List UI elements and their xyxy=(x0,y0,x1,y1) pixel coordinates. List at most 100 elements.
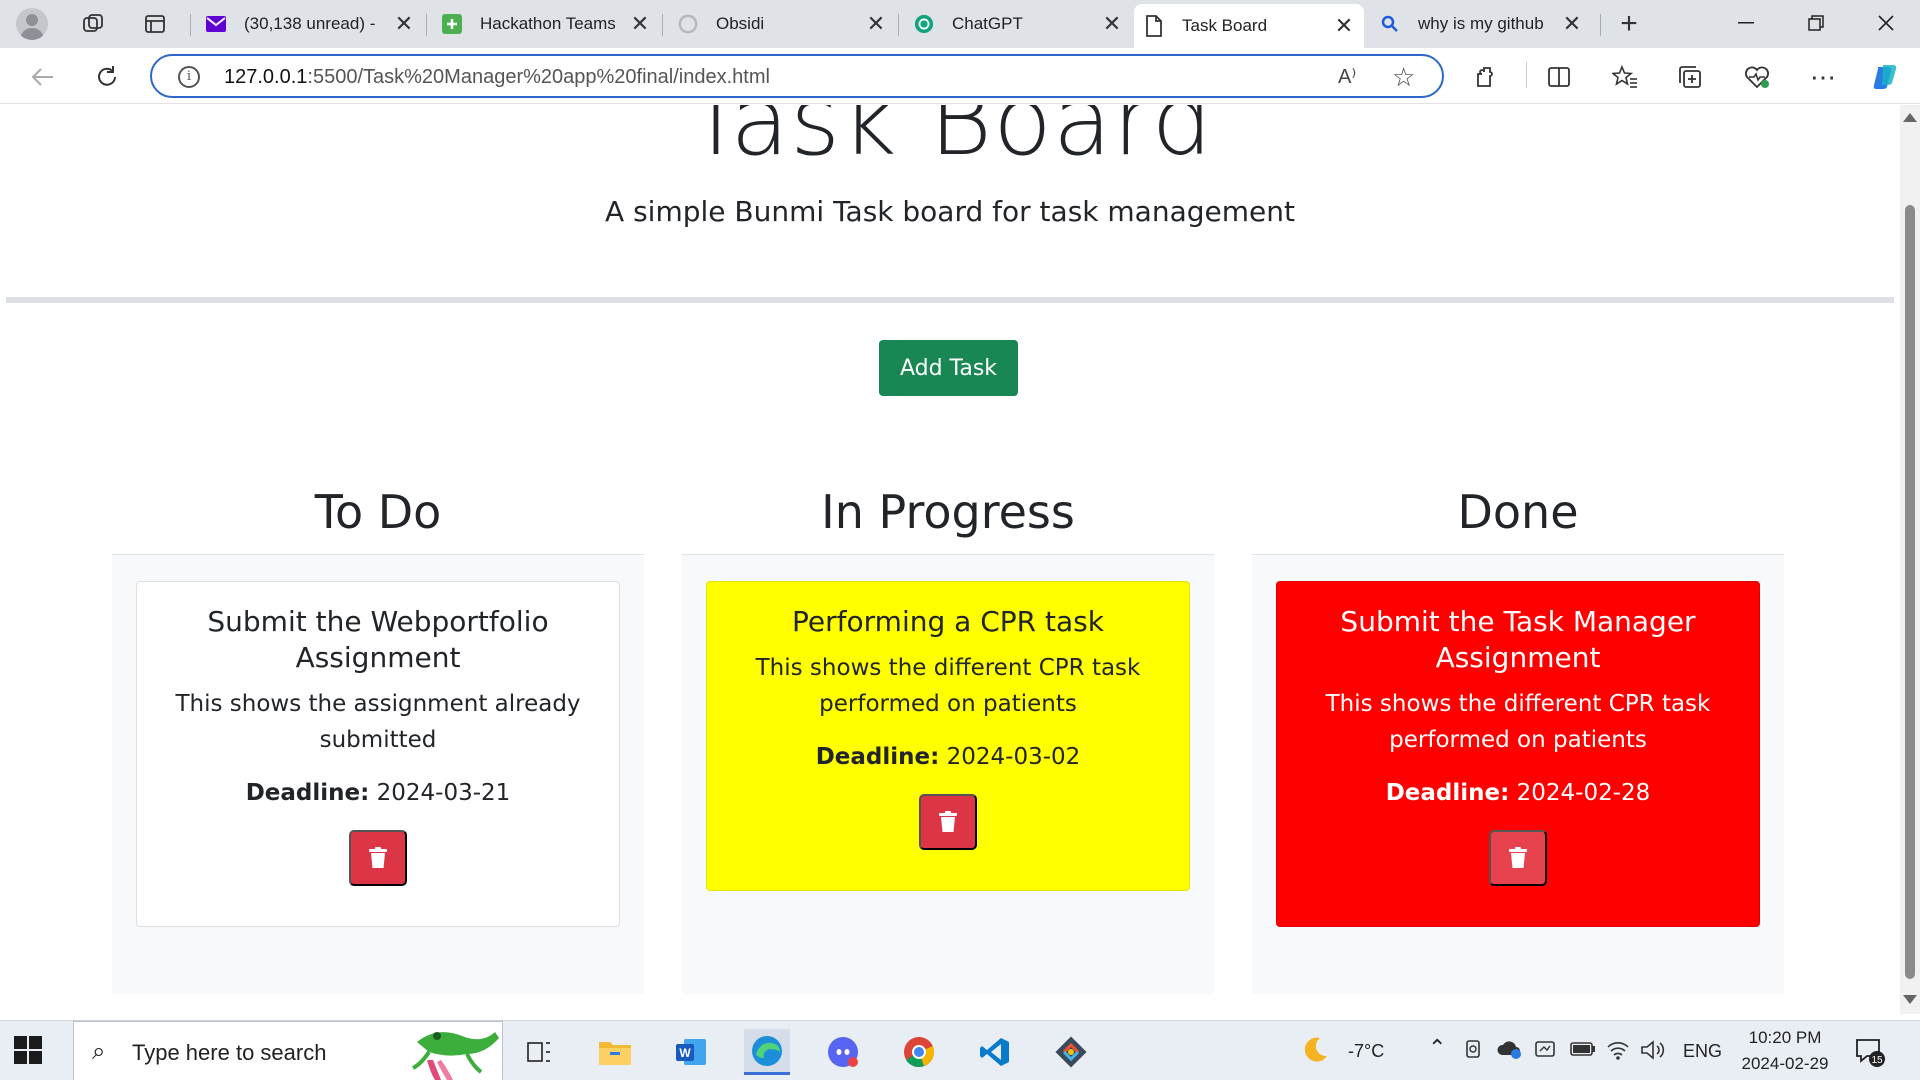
close-tab-icon[interactable]: ✕ xyxy=(1562,11,1582,37)
git-app-icon[interactable] xyxy=(1048,1029,1094,1075)
add-task-button[interactable]: Add Task xyxy=(879,340,1018,396)
wifi-icon[interactable] xyxy=(1606,1039,1630,1066)
page-title: Task Board xyxy=(686,105,1214,177)
notification-count: 15 xyxy=(1871,1055,1883,1066)
trash-icon xyxy=(1509,847,1527,868)
tab-hackathon-teams[interactable]: Hackathon Teams ✕ xyxy=(432,6,660,42)
vertical-scrollbar[interactable] xyxy=(1900,105,1920,1014)
scroll-up-icon[interactable] xyxy=(1903,113,1917,122)
system-clock[interactable]: 10:20 PM 2024-02-29 xyxy=(1730,1025,1840,1077)
task-description: This shows the different CPR task perfor… xyxy=(755,655,1141,717)
header-divider xyxy=(6,297,1894,303)
delete-task-button[interactable] xyxy=(1489,830,1547,886)
tab-task-board[interactable]: Task Board ✕ xyxy=(1134,4,1364,48)
lane-title: To Do xyxy=(112,469,644,555)
more-options-icon[interactable]: ⋯ xyxy=(1808,62,1838,92)
svg-text:W: W xyxy=(679,1046,691,1060)
close-tab-icon[interactable]: ✕ xyxy=(1102,11,1122,37)
lane-in-progress: In Progress Performing a CPR task This s… xyxy=(682,469,1214,994)
tab-actions-icon[interactable] xyxy=(140,9,170,39)
input-language[interactable]: ENG xyxy=(1683,1041,1722,1062)
back-icon[interactable] xyxy=(26,60,60,94)
taskbar-search-box[interactable]: ⌕ Type here to search xyxy=(73,1021,503,1080)
tab-title: ChatGPT xyxy=(952,14,1023,33)
weather-moon-icon[interactable] xyxy=(1300,1035,1330,1072)
close-tab-icon[interactable]: ✕ xyxy=(630,11,650,37)
close-tab-icon[interactable]: ✕ xyxy=(866,11,886,37)
task-board-page: Task Board A simple Bunmi Task board for… xyxy=(6,105,1894,1014)
task-card[interactable]: Submit the Webportfolio Assignment This … xyxy=(136,581,620,927)
tab-title: Hackathon Teams xyxy=(480,14,616,33)
sheets-icon xyxy=(442,14,462,34)
collections-icon[interactable] xyxy=(1676,62,1706,92)
read-aloud-icon[interactable]: A⁾ xyxy=(1338,64,1356,89)
show-hidden-icons-icon[interactable]: ⌃ xyxy=(1428,1035,1446,1061)
scrollbar-thumb[interactable] xyxy=(1905,205,1915,979)
delete-task-button[interactable] xyxy=(919,794,977,850)
deadline-value: 2024-03-02 xyxy=(946,744,1081,770)
page-viewport: Task Board A simple Bunmi Task board for… xyxy=(0,105,1920,1014)
scroll-down-icon[interactable] xyxy=(1903,995,1917,1004)
onedrive-icon[interactable] xyxy=(1496,1039,1522,1064)
tab-chatgpt[interactable]: ChatGPT ✕ xyxy=(904,6,1132,42)
split-screen-icon[interactable] xyxy=(1544,62,1574,92)
volume-icon[interactable] xyxy=(1640,1039,1666,1066)
frog-illustration-icon xyxy=(412,1032,499,1080)
restore-icon[interactable] xyxy=(1782,0,1850,46)
display-icon[interactable] xyxy=(1534,1039,1556,1066)
tab-title: Obsidi xyxy=(716,14,765,33)
workspaces-icon[interactable] xyxy=(78,9,108,39)
delete-task-button[interactable] xyxy=(349,830,407,886)
tab-obsidian[interactable]: Obsidi ✕ xyxy=(668,6,896,42)
search-placeholder: Type here to search xyxy=(132,1040,327,1065)
deadline-value: 2024-02-28 xyxy=(1516,780,1651,806)
minimize-icon[interactable] xyxy=(1712,0,1780,46)
profile-avatar-icon[interactable] xyxy=(16,8,48,40)
browser-essentials-icon[interactable] xyxy=(1742,62,1772,92)
address-bar[interactable]: i 127.0.0.1:5500/Task%20Manager%20app%20… xyxy=(150,54,1444,98)
tab-title: why is my github xyxy=(1418,14,1544,33)
favorites-icon[interactable] xyxy=(1610,62,1640,92)
notification-center-icon[interactable]: 15 xyxy=(1855,1037,1885,1067)
meet-now-icon[interactable] xyxy=(1464,1039,1484,1066)
mail-icon xyxy=(206,14,226,34)
url-path: :5500/Task%20Manager%20app%20final/index… xyxy=(307,66,770,88)
trash-icon xyxy=(369,847,387,868)
close-tab-icon[interactable]: ✕ xyxy=(394,11,414,37)
windows-start-icon[interactable] xyxy=(14,1036,42,1064)
copilot-icon[interactable] xyxy=(1870,62,1900,92)
task-view-icon[interactable] xyxy=(516,1029,562,1075)
word-icon[interactable]: W xyxy=(668,1029,714,1075)
deadline-value: 2024-03-21 xyxy=(376,780,511,806)
lane-todo: To Do Submit the Webportfolio Assignment… xyxy=(112,469,644,994)
tab-github-search[interactable]: why is my github ✕ xyxy=(1370,6,1592,42)
search-icon: ⌕ xyxy=(92,1038,106,1065)
vscode-icon[interactable] xyxy=(972,1029,1018,1075)
task-title: Submit the Webportfolio Assignment xyxy=(207,605,549,674)
task-description: This shows the assignment already submit… xyxy=(175,691,581,753)
browser-toolbar: i 127.0.0.1:5500/Task%20Manager%20app%20… xyxy=(0,48,1920,104)
close-tab-icon[interactable]: ✕ xyxy=(1334,13,1354,39)
url-text[interactable]: 127.0.0.1:5500/Task%20Manager%20app%20fi… xyxy=(224,66,770,89)
edge-icon[interactable] xyxy=(744,1029,790,1075)
battery-icon[interactable] xyxy=(1570,1041,1596,1062)
deadline-label: Deadline: xyxy=(245,780,370,806)
refresh-icon[interactable] xyxy=(90,60,124,94)
chatgpt-icon xyxy=(914,14,934,34)
favorite-star-icon[interactable]: ☆ xyxy=(1392,62,1415,93)
chrome-icon[interactable] xyxy=(896,1029,942,1075)
file-explorer-icon[interactable] xyxy=(592,1029,638,1075)
site-info-icon[interactable]: i xyxy=(178,66,200,88)
weather-temperature[interactable]: -7°C xyxy=(1348,1041,1384,1062)
tab-title: Task Board xyxy=(1182,16,1268,35)
task-description: This shows the different CPR task perfor… xyxy=(1325,691,1711,753)
close-window-icon[interactable] xyxy=(1852,0,1920,46)
new-tab-icon[interactable]: + xyxy=(1614,7,1644,40)
discord-icon[interactable] xyxy=(820,1029,866,1075)
windows-taskbar: ⌕ Type here to search W -7°C ⌃ ENG 10:20… xyxy=(0,1020,1920,1080)
task-card[interactable]: Submit the Task Manager Assignment This … xyxy=(1276,581,1760,927)
tab-mail[interactable]: (30,138 unread) - ✕ xyxy=(196,6,424,42)
extensions-icon[interactable] xyxy=(1472,62,1502,92)
task-card[interactable]: Performing a CPR task This shows the dif… xyxy=(706,581,1190,891)
task-deadline: Deadline: 2024-03-02 xyxy=(731,742,1165,772)
